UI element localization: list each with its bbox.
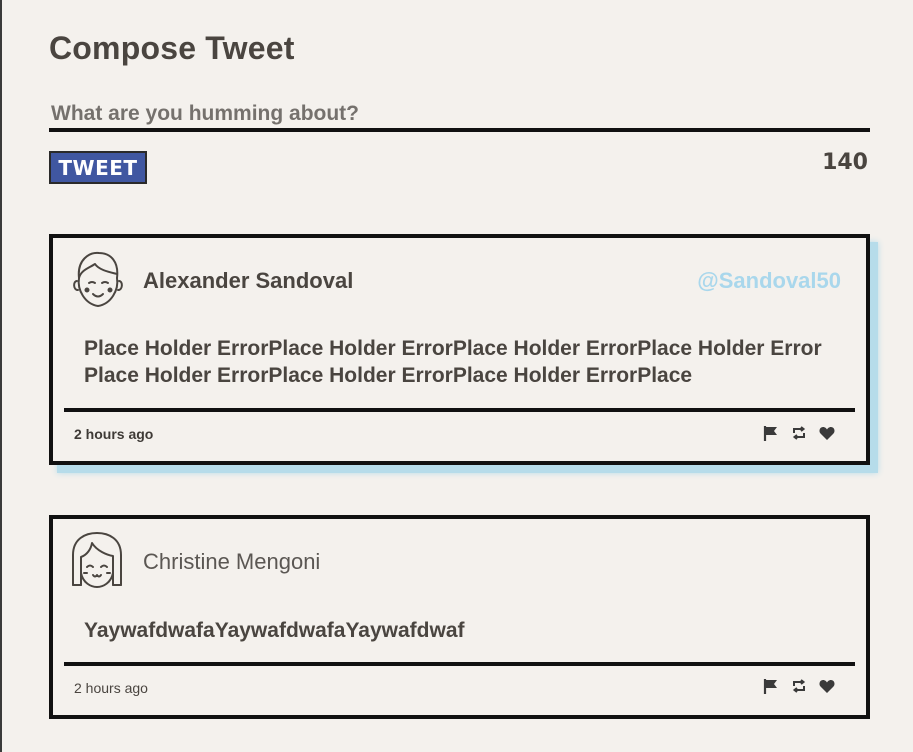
- divider: [64, 662, 855, 666]
- heart-icon[interactable]: [818, 424, 836, 442]
- tweet-button[interactable]: TWEET: [49, 151, 147, 184]
- retweet-icon[interactable]: [790, 424, 808, 442]
- timestamp: 2 hours ago: [74, 426, 154, 442]
- tweet-card: Alexander Sandoval @Sandoval50 Place Hol…: [49, 234, 870, 465]
- divider: [64, 408, 855, 412]
- tweet-text: YaywafdwafaYaywafdwafaYaywafdwaf: [84, 619, 465, 642]
- flag-icon[interactable]: [762, 424, 780, 442]
- page: Compose Tweet TWEET 140 Alexander Sandov…: [0, 0, 913, 752]
- author-name: Alexander Sandoval: [143, 268, 354, 293]
- flag-icon[interactable]: [762, 677, 780, 695]
- tweet-input[interactable]: [49, 100, 870, 132]
- tweet-card: Christine Mengoni YaywafdwafaYaywafdwafa…: [49, 515, 870, 719]
- heart-icon[interactable]: [818, 677, 836, 695]
- tweet-actions: [762, 424, 836, 442]
- boy-avatar-icon: [67, 248, 127, 314]
- girl-avatar-icon: [67, 529, 127, 595]
- tweet-actions: [762, 677, 836, 695]
- tweet-text: Place Holder ErrorPlace Holder ErrorPlac…: [84, 337, 822, 387]
- timestamp: 2 hours ago: [74, 680, 148, 696]
- author-handle[interactable]: @Sandoval50: [697, 268, 841, 294]
- character-counter: 140: [822, 150, 868, 175]
- author-name: Christine Mengoni: [143, 549, 321, 574]
- compose-title: Compose Tweet: [49, 30, 295, 66]
- retweet-icon[interactable]: [790, 677, 808, 695]
